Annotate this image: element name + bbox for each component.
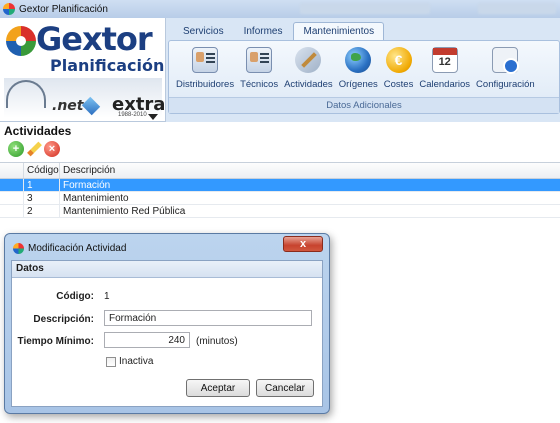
ribbon: Servicios Informes Mantenimientos Distri… bbox=[166, 18, 560, 122]
app-logo-icon bbox=[13, 243, 24, 254]
window-title-bar: Gextor Planificación bbox=[0, 0, 560, 18]
cell-description: Mantenimiento bbox=[63, 192, 129, 204]
ribbon-tabs: Servicios Informes Mantenimientos bbox=[174, 22, 385, 40]
grid-header: Código Descripción bbox=[0, 162, 560, 179]
dialog-body: Datos Código: 1 Descripción: Tiempo Míni… bbox=[11, 260, 323, 407]
window-title: Gextor Planificación bbox=[19, 3, 108, 15]
calendar-icon: 12 bbox=[431, 47, 458, 73]
grid-toolbar: + × bbox=[8, 141, 60, 157]
dialog-title-bar: Modificación Actividad bbox=[13, 243, 126, 254]
tab-mantenimientos[interactable]: Mantenimientos bbox=[293, 22, 385, 40]
code-value: 1 bbox=[104, 291, 110, 302]
tools-icon bbox=[295, 47, 322, 73]
section-title: Actividades bbox=[4, 124, 72, 138]
logo-net-badge: .net bbox=[52, 98, 84, 114]
cell-code: 1 bbox=[24, 179, 60, 191]
ribbon-panel: Distribuidores Técnicos Actividades Oríg… bbox=[168, 40, 560, 114]
app-logo-icon bbox=[3, 3, 15, 15]
activities-grid: Código Descripción 1 Formación 3 Manteni… bbox=[0, 162, 560, 218]
cell-code: 3 bbox=[24, 192, 60, 204]
column-header-descripcion[interactable]: Descripción bbox=[60, 163, 560, 178]
blurred-title-area-right bbox=[478, 3, 556, 14]
logo-name: Gextor bbox=[36, 20, 153, 58]
ribbon-group-caption: Datos Adicionales bbox=[169, 97, 559, 113]
origenes-button[interactable]: Orígenes bbox=[336, 47, 381, 90]
contact-card-icon bbox=[192, 47, 219, 73]
calendarios-button[interactable]: 12 Calendarios bbox=[416, 47, 473, 90]
add-button[interactable]: + bbox=[8, 141, 24, 157]
cell-code: 2 bbox=[24, 205, 60, 217]
row-selector[interactable] bbox=[0, 205, 24, 217]
costes-label: Costes bbox=[383, 79, 414, 90]
delete-button[interactable]: × bbox=[44, 141, 60, 157]
calendarios-label: Calendarios bbox=[419, 79, 471, 90]
datos-group-header: Datos bbox=[12, 261, 322, 278]
code-label: Código: bbox=[56, 291, 94, 302]
costes-button[interactable]: € Costes bbox=[381, 47, 417, 90]
description-input[interactable] bbox=[104, 310, 312, 326]
tecnicos-button[interactable]: Técnicos bbox=[237, 47, 281, 90]
edit-pencil-button[interactable] bbox=[26, 141, 42, 157]
id-card-icon bbox=[246, 47, 273, 73]
tab-informes[interactable]: Informes bbox=[235, 22, 292, 40]
actividades-label: Actividades bbox=[284, 79, 333, 90]
arrow-down-icon bbox=[148, 114, 158, 120]
column-header-codigo[interactable]: Código bbox=[24, 163, 60, 178]
gextor-mark-icon bbox=[6, 26, 36, 56]
actividades-button[interactable]: Actividades bbox=[281, 47, 336, 90]
configuracion-label: Configuración bbox=[476, 79, 535, 90]
origenes-label: Orígenes bbox=[338, 79, 378, 90]
ribbon-button-group: Distribuidores Técnicos Actividades Oríg… bbox=[173, 47, 538, 90]
dialog-title: Modificación Actividad bbox=[28, 243, 127, 254]
close-button[interactable]: x bbox=[283, 236, 323, 252]
row-selector[interactable] bbox=[0, 179, 24, 191]
logo-subtitle: Planificación bbox=[50, 56, 165, 75]
settings-document-icon bbox=[492, 47, 520, 74]
min-time-input[interactable] bbox=[104, 332, 190, 348]
cancel-button[interactable]: Cancelar bbox=[256, 379, 314, 397]
description-label: Descripción: bbox=[33, 314, 94, 325]
inactive-label: Inactiva bbox=[119, 356, 154, 367]
accept-button[interactable]: Aceptar bbox=[186, 379, 250, 397]
distribuidores-button[interactable]: Distribuidores bbox=[173, 47, 237, 90]
min-time-unit: (minutos) bbox=[196, 336, 238, 347]
edit-activity-dialog: Modificación Actividad x Datos Código: 1… bbox=[4, 233, 330, 414]
calendar-day: 12 bbox=[438, 56, 451, 68]
cell-description: Formación bbox=[63, 179, 111, 191]
blurred-title-area bbox=[300, 3, 430, 14]
configuracion-button[interactable]: Configuración bbox=[473, 47, 538, 90]
tab-servicios[interactable]: Servicios bbox=[174, 22, 233, 40]
logo-years: 1988-2010 bbox=[118, 112, 147, 118]
cell-description: Mantenimiento Red Pública bbox=[63, 205, 186, 217]
distribuidores-label: Distribuidores bbox=[176, 79, 235, 90]
min-time-label: Tiempo Mínimo: bbox=[17, 336, 94, 347]
inactive-checkbox[interactable]: Inactiva bbox=[106, 356, 153, 367]
pencil-icon bbox=[26, 141, 42, 157]
table-row[interactable]: 1 Formación bbox=[0, 179, 560, 192]
app-logo: Gextor Planificación .net extra 1988-201… bbox=[0, 18, 166, 122]
checkbox-box[interactable] bbox=[106, 356, 116, 367]
row-selector[interactable] bbox=[0, 192, 24, 204]
euro-coin-icon: € bbox=[385, 47, 412, 73]
row-selector-header bbox=[0, 163, 24, 178]
globe-icon bbox=[345, 47, 372, 73]
table-row[interactable]: 3 Mantenimiento bbox=[0, 192, 560, 205]
tecnicos-label: Técnicos bbox=[240, 79, 279, 90]
table-row[interactable]: 2 Mantenimiento Red Pública bbox=[0, 205, 560, 218]
